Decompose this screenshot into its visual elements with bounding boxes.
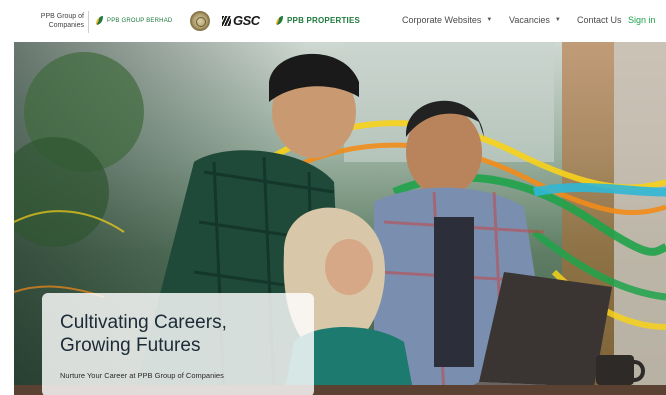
hero-subtitle: Nurture Your Career at PPB Group of Comp… bbox=[60, 371, 224, 380]
nav-label: Corporate Websites bbox=[402, 15, 482, 25]
brand-label: PPB PROPERTIES bbox=[287, 16, 361, 25]
nav-vacancies[interactable]: Vacancies ▼ bbox=[509, 15, 561, 25]
ppb-leaf-icon bbox=[276, 16, 283, 25]
seal-icon[interactable] bbox=[190, 11, 210, 31]
brand-ppb-properties[interactable]: PPB PROPERTIES bbox=[276, 15, 360, 26]
nav-label: Contact Us bbox=[577, 15, 622, 25]
brand-label: GSC bbox=[233, 13, 260, 28]
gsc-logo bbox=[222, 15, 231, 26]
brand-gsc[interactable]: GSC bbox=[222, 13, 260, 28]
group-name-label: PPB Group of Companies bbox=[40, 13, 84, 29]
top-header: PPB Group of Companies PPB GROUP BERHAD … bbox=[0, 0, 666, 42]
nav-contact-us[interactable]: Contact Us bbox=[577, 15, 622, 25]
header-divider bbox=[88, 11, 89, 33]
brand-label: PPB GROUP BERHAD bbox=[107, 17, 173, 24]
chevron-down-icon: ▼ bbox=[486, 17, 493, 23]
hero-banner: Cultivating Careers, Growing Futures Nur… bbox=[14, 42, 666, 395]
hero-title: Cultivating Careers, Growing Futures bbox=[60, 312, 227, 356]
nav-sign-in[interactable]: Sign in bbox=[628, 15, 656, 25]
nav-label: Vacancies bbox=[509, 15, 550, 25]
brand-ppb-group-berhad[interactable]: PPB GROUP BERHAD bbox=[96, 15, 172, 26]
ppb-leaf-icon bbox=[96, 16, 103, 25]
nav-label: Sign in bbox=[628, 15, 656, 25]
nav-corporate-websites[interactable]: Corporate Websites ▼ bbox=[402, 15, 492, 25]
hero-card: Cultivating Careers, Growing Futures Nur… bbox=[42, 293, 314, 395]
chevron-down-icon: ▼ bbox=[554, 17, 561, 23]
